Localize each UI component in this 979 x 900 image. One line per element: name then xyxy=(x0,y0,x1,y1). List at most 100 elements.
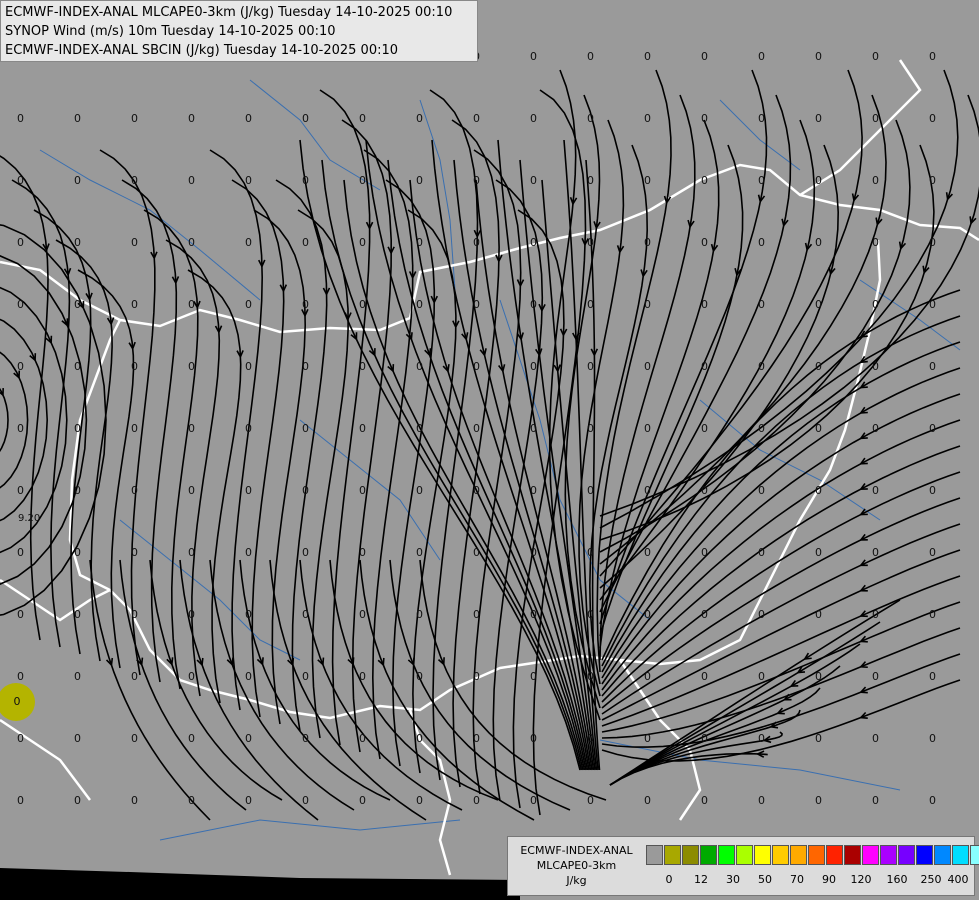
legend-tick-label: 90 xyxy=(822,873,836,886)
grid-value: 0 xyxy=(131,298,138,311)
grid-value: 0 xyxy=(644,670,651,683)
grid-value: 0 xyxy=(131,546,138,559)
grid-value: 0 xyxy=(131,794,138,807)
grid-value: 0 xyxy=(701,112,708,125)
grid-value: 0 xyxy=(587,732,594,745)
grid-value: 0 xyxy=(701,670,708,683)
grid-value: 0 xyxy=(758,670,765,683)
grid-value: 0 xyxy=(17,236,24,249)
legend-swatch xyxy=(700,845,717,865)
grid-value: 0 xyxy=(701,360,708,373)
grid-value: 0 xyxy=(758,360,765,373)
grid-value: 0 xyxy=(245,794,252,807)
grid-value: 0 xyxy=(416,732,423,745)
grid-value: 0 xyxy=(188,794,195,807)
grid-value: 0 xyxy=(815,174,822,187)
grid-value: 0 xyxy=(359,732,366,745)
grid-value: 0 xyxy=(473,298,480,311)
grid-value: 0 xyxy=(530,794,537,807)
legend-ticks: 0 12 30 50 70 90 120 160 250 400 xyxy=(646,873,976,887)
legend-tick-label: 30 xyxy=(726,873,740,886)
grid-value: 0 xyxy=(758,50,765,63)
grid-value: 0 xyxy=(245,608,252,621)
legend-swatch xyxy=(664,845,681,865)
grid-value: 0 xyxy=(473,546,480,559)
grid-value: 0 xyxy=(530,236,537,249)
grid-value: 0 xyxy=(131,236,138,249)
grid-value: 0 xyxy=(815,236,822,249)
grid-value: 0 xyxy=(758,732,765,745)
grid-value: 0 xyxy=(74,360,81,373)
grid-value: 0 xyxy=(701,732,708,745)
legend-swatch xyxy=(754,845,771,865)
grid-value: 0 xyxy=(929,298,936,311)
grid-value: 0 xyxy=(872,732,879,745)
grid-value: 0 xyxy=(872,546,879,559)
grid-value: 0 xyxy=(929,608,936,621)
grid-value: 0 xyxy=(131,112,138,125)
grid-value: 0 xyxy=(188,174,195,187)
grid-value: 0 xyxy=(188,732,195,745)
grid-value: 0 xyxy=(359,422,366,435)
grid-value: 0 xyxy=(473,422,480,435)
grid-value: 0 xyxy=(644,112,651,125)
grid-value: 0 xyxy=(188,298,195,311)
grid-value: 0 xyxy=(530,112,537,125)
legend-swatch xyxy=(790,845,807,865)
grid-value: 0 xyxy=(245,732,252,745)
grid-value: 0 xyxy=(17,732,24,745)
legend-tick-label: 120 xyxy=(850,873,872,886)
grid-value: 0 xyxy=(188,546,195,559)
grid-value: 0 xyxy=(74,298,81,311)
grid-value: 0 xyxy=(701,546,708,559)
grid-value: 0 xyxy=(245,298,252,311)
legend-swatch xyxy=(736,845,753,865)
legend-tick-label: 160 xyxy=(886,873,908,886)
grid-value: 0 xyxy=(587,236,594,249)
legend-units: J/kg xyxy=(566,874,587,887)
legend-tick-label: 12 xyxy=(694,873,708,886)
grid-value: 0 xyxy=(815,484,822,497)
legend-swatch xyxy=(844,845,861,865)
grid-value: 0 xyxy=(74,422,81,435)
grid-value: 0 xyxy=(587,546,594,559)
grid-value: 0 xyxy=(815,546,822,559)
legend-swatch xyxy=(952,845,969,865)
grid-value: 0 xyxy=(359,236,366,249)
grid-value: 0 xyxy=(587,50,594,63)
grid-value: 0 xyxy=(872,670,879,683)
grid-value: 0 xyxy=(74,794,81,807)
grid-value: 0 xyxy=(359,546,366,559)
grid-value: 0 xyxy=(587,794,594,807)
grid-value: 0 xyxy=(530,608,537,621)
highlight-value: 0 xyxy=(14,695,21,708)
grid-value: 0 xyxy=(473,360,480,373)
grid-value: 0 xyxy=(872,794,879,807)
grid-value: 0 xyxy=(815,50,822,63)
grid-value: 0 xyxy=(416,112,423,125)
legend-line-2: MLCAPE0-3km xyxy=(536,859,617,872)
grid-value: 0 xyxy=(302,298,309,311)
grid-value: 0 xyxy=(245,422,252,435)
grid-value: 0 xyxy=(359,484,366,497)
grid-value: 0 xyxy=(644,50,651,63)
legend-swatch xyxy=(808,845,825,865)
grid-value: 0 xyxy=(359,670,366,683)
grid-value: 0 xyxy=(815,608,822,621)
grid-value: 0 xyxy=(701,422,708,435)
grid-value: 0 xyxy=(872,50,879,63)
grid-value: 0 xyxy=(644,174,651,187)
grid-value: 0 xyxy=(302,112,309,125)
legend-swatch xyxy=(880,845,897,865)
grid-value: 0 xyxy=(644,546,651,559)
grid-value: 0 xyxy=(188,608,195,621)
color-legend: ECMWF-INDEX-ANAL MLCAPE0-3km J/kg 0 12 30 5… xyxy=(507,836,979,896)
grid-value: 0 xyxy=(758,236,765,249)
grid-value: 0 xyxy=(473,608,480,621)
grid-value: 0 xyxy=(74,484,81,497)
legend-swatch xyxy=(934,845,951,865)
grid-value: 0 xyxy=(359,608,366,621)
grid-value: 0 xyxy=(416,670,423,683)
grid-value: 0 xyxy=(587,484,594,497)
grid-value: 0 xyxy=(359,794,366,807)
